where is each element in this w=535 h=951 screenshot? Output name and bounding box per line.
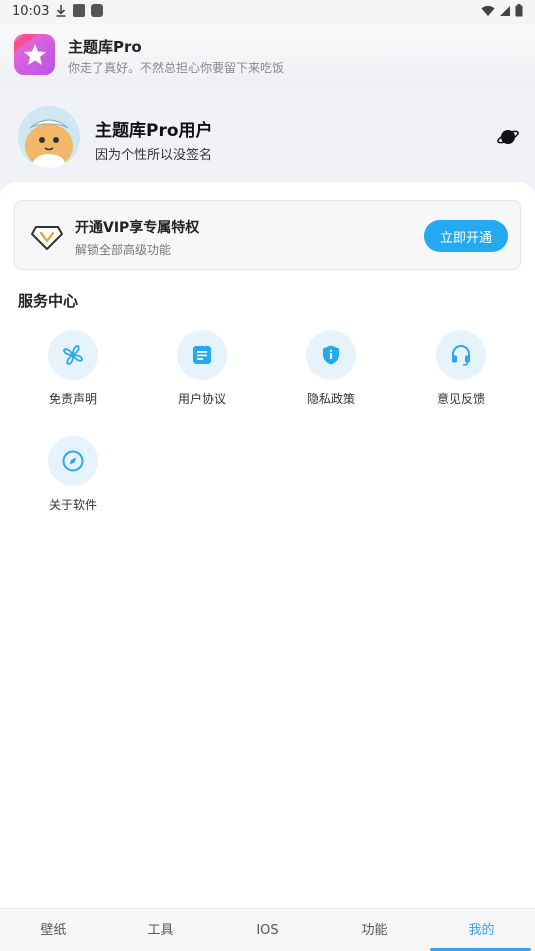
status-time: 10:03 [12,4,50,19]
service-center-title: 服务中心 [18,292,79,310]
star-icon [24,44,46,65]
shield-icon [323,345,339,365]
bottom-tab-bar: 壁纸 工具 IOS 功能 我的 [0,908,535,951]
tab-features[interactable]: 功能 [321,909,428,951]
tab-tools[interactable]: 工具 [107,909,214,951]
notification-icons [55,4,103,17]
tab-ios[interactable]: IOS [214,909,321,951]
app-logo [14,34,55,75]
tab-wallpaper[interactable]: 壁纸 [0,909,107,951]
username: 主题库Pro用户 [95,121,213,141]
app-title: 主题库Pro [68,38,142,56]
profile-section[interactable]: 主题库Pro用户 因为个性所以没签名 [0,88,535,188]
vip-subtitle: 解锁全部高级功能 [75,243,172,257]
compass-icon [62,450,84,472]
app-header: 主题库Pro 你走了真好。不然总担心你要留下来吃饭 [0,24,535,88]
vip-diamond-icon [31,226,63,250]
service-user-agreement[interactable]: 用户协议 [157,330,247,410]
service-disclaimer[interactable]: 免责声明 [28,330,118,410]
avatar[interactable] [18,106,80,168]
open-vip-button[interactable]: 立即开通 [424,220,508,252]
battery-icon [515,4,523,17]
app-subtitle: 你走了真好。不然总担心你要留下来吃饭 [68,61,285,75]
vip-title: 开通VIP享专属特权 [75,220,200,236]
service-privacy-policy[interactable]: 隐私政策 [286,330,376,410]
document-icon [193,346,211,364]
planet-icon[interactable] [497,126,519,148]
service-label: 隐私政策 [306,392,355,406]
main-panel: 开通VIP享专属特权 解锁全部高级功能 立即开通 服务中心 免责声明 用户协议 … [0,182,535,908]
notification-a-icon [73,4,85,17]
headset-icon [452,345,470,366]
wifi-icon [481,5,495,16]
notification-square-icon [91,4,103,17]
user-signature: 因为个性所以没签名 [95,148,213,163]
service-label: 意见反馈 [436,392,485,406]
system-icons [481,4,523,17]
pinwheel-icon [63,345,83,365]
vip-card[interactable]: 开通VIP享专属特权 解锁全部高级功能 立即开通 [14,200,521,270]
tab-mine[interactable]: 我的 [428,909,535,951]
service-about[interactable]: 关于软件 [28,436,118,516]
service-label: 关于软件 [48,498,97,512]
download-icon [56,5,66,17]
service-feedback[interactable]: 意见反馈 [416,330,506,410]
status-bar: 10:03 [0,0,535,24]
signal-icon [500,5,510,16]
service-label: 免责声明 [48,392,97,406]
service-label: 用户协议 [177,392,226,406]
